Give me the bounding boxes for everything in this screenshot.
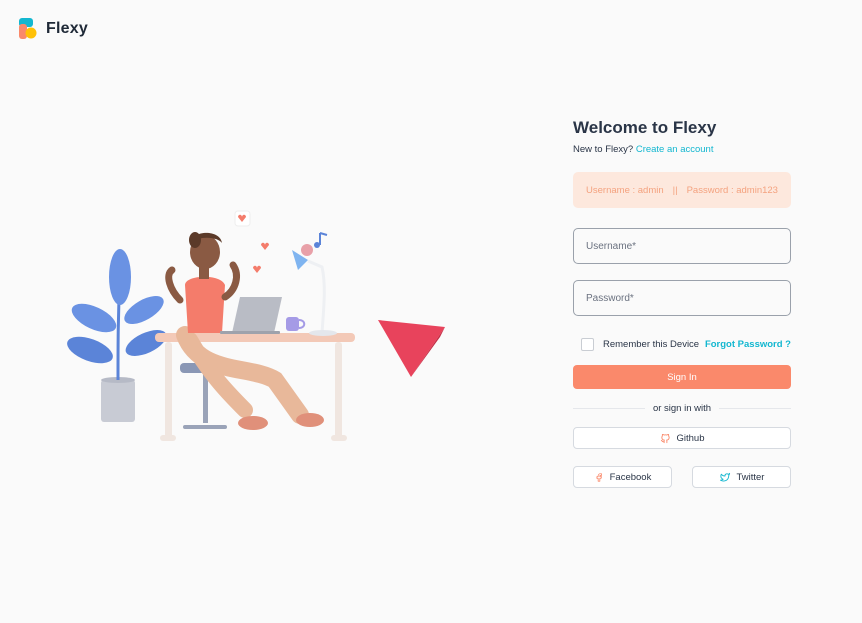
new-user-text: New to Flexy?	[573, 144, 634, 155]
brand-logo[interactable]: Flexy	[18, 18, 88, 40]
page-title: Welcome to Flexy	[573, 118, 717, 137]
triangle-decoration	[378, 320, 445, 377]
social-divider: or sign in with	[573, 403, 791, 414]
brand-name: Flexy	[46, 20, 88, 37]
login-panel: Welcome to Flexy New to Flexy? Create an…	[573, 118, 791, 488]
demo-credentials-alert: Username : admin || Password : admin123	[573, 172, 791, 208]
github-button[interactable]: Github	[573, 427, 791, 449]
remember-label: Remember this Device	[603, 339, 700, 350]
forgot-password-link[interactable]: Forgot Password ?	[705, 339, 791, 350]
remember-device[interactable]: Remember this Device	[573, 338, 699, 351]
password-input[interactable]	[584, 291, 780, 305]
divider-text: or sign in with	[652, 403, 712, 414]
divider-line-left	[573, 408, 645, 409]
twitter-button[interactable]: Twitter	[692, 466, 791, 488]
github-label: Github	[676, 432, 705, 444]
demo-password-text: Password : admin123	[686, 184, 778, 196]
signup-prompt: New to Flexy? Create an account	[573, 144, 791, 155]
demo-separator: ||	[672, 184, 678, 196]
remember-row: Remember this Device Forgot Password ?	[573, 338, 791, 351]
mug-illustration	[286, 317, 306, 331]
facebook-icon	[596, 472, 602, 482]
password-field[interactable]	[573, 280, 791, 316]
username-field[interactable]	[573, 228, 791, 264]
sign-in-button[interactable]: Sign In	[573, 365, 791, 389]
facebook-button[interactable]: Facebook	[573, 466, 672, 488]
plant-illustration	[67, 249, 167, 422]
facebook-label: Facebook	[609, 471, 652, 483]
remember-checkbox[interactable]	[581, 338, 594, 351]
create-account-link[interactable]: Create an account	[636, 144, 714, 155]
github-icon	[660, 433, 670, 443]
workspace-illustration	[67, 210, 445, 441]
twitter-label: Twitter	[736, 471, 765, 483]
social-row: Facebook Twitter	[573, 466, 791, 488]
flexy-logo-icon	[19, 18, 37, 39]
laptop-illustration	[220, 297, 282, 334]
username-input[interactable]	[584, 239, 780, 253]
divider-line-right	[719, 408, 791, 409]
demo-username-text: Username : admin	[586, 184, 664, 196]
twitter-icon	[719, 472, 730, 481]
